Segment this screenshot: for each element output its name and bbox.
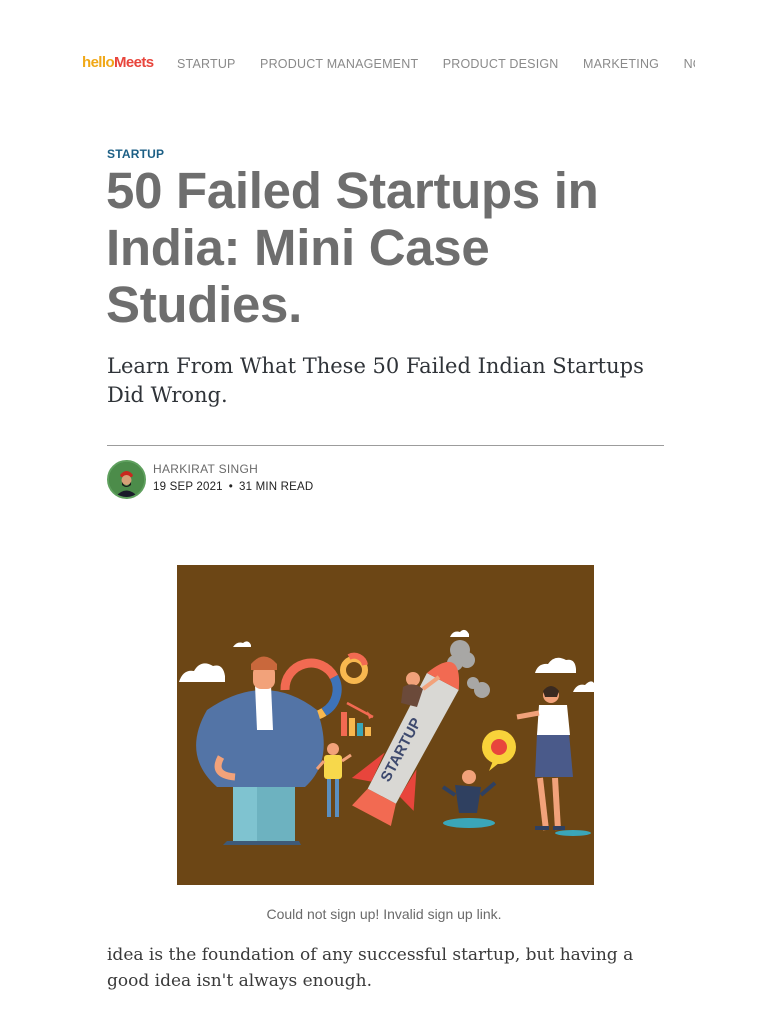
author-avatar[interactable] [107,460,146,499]
nav-item-marketing[interactable]: MARKETING [583,57,659,71]
author-name-link[interactable]: HARKIRAT SINGH [153,462,258,476]
read-time: 31 MIN READ [239,481,314,493]
article-title: 50 Failed Startups in India: Mini Case S… [106,162,599,333]
header-divider [107,445,664,446]
main-nav: STARTUP PRODUCT MANAGEMENT PRODUCT DESIG… [177,55,695,71]
image-caption: Could not sign up! Invalid sign up link. [266,906,502,922]
site-logo[interactable]: helloMeets [82,54,154,71]
nav-item-no-code[interactable]: NO COD [684,57,695,71]
startup-failure-illustration: STARTUP [177,565,594,885]
meta-separator: • [228,481,234,493]
article-subtitle: Learn From What These 50 Failed Indian S… [107,354,644,407]
site-header: helloMeets STARTUP PRODUCT MANAGEMENT PR… [0,0,768,125]
nav-item-product-management[interactable]: PRODUCT MANAGEMENT [260,57,418,71]
nav-item-product-design[interactable]: PRODUCT DESIGN [443,57,559,71]
article-meta: 19 SEP 2021 • 31 MIN READ [153,481,313,493]
article-body-paragraph: idea is the foundation of any successful… [107,945,634,991]
publish-date: 19 SEP 2021 [153,481,223,493]
person-icon [109,462,144,497]
article-category-link[interactable]: STARTUP [107,147,164,161]
feature-image: STARTUP [177,565,594,885]
nav-item-startup[interactable]: STARTUP [177,57,236,71]
